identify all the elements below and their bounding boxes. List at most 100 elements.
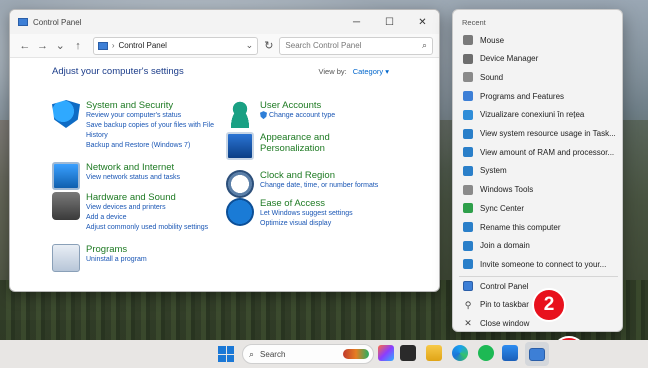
address-bar[interactable]: › Control Panel ⌄ (92, 36, 259, 55)
recent-locations-chevron-icon[interactable]: ⌄ (51, 37, 69, 55)
refresh-icon[interactable]: ↻ (264, 39, 273, 52)
jump-list-item[interactable]: Invite someone to connect to your... (457, 255, 620, 273)
category-user-accounts: User Accounts Change account type (226, 100, 335, 128)
jump-list-item[interactable]: View amount of RAM and processor... (457, 143, 620, 161)
maximize-button[interactable]: ☐ (373, 10, 406, 34)
category-title-hardware-sound[interactable]: Hardware and Sound (86, 192, 208, 203)
link-mobility-settings[interactable]: Adjust commonly used mobility settings (86, 223, 208, 233)
jump-list-item[interactable]: Programs and Features (457, 87, 620, 105)
user-icon[interactable] (226, 100, 254, 128)
jump-list-item[interactable]: Mouse (457, 31, 620, 49)
jump-list-item[interactable]: Device Manager (457, 50, 620, 68)
edge-icon[interactable] (452, 345, 468, 361)
network-icon[interactable] (52, 162, 80, 190)
task-manager-icon (463, 128, 473, 139)
category-hardware-sound: Hardware and Sound View devices and prin… (52, 192, 208, 233)
search-input[interactable]: Search Control Panel ⌕ (279, 36, 434, 55)
accessibility-icon[interactable] (226, 198, 254, 226)
category-title-ease-of-access[interactable]: Ease of Access (260, 198, 353, 209)
control-panel-window: Control Panel ─ ☐ ✕ ← → ⌄ ↑ › Control Pa… (9, 9, 440, 292)
category-title-personalization[interactable]: Personalization (260, 143, 330, 154)
forward-arrow-icon[interactable]: → (34, 37, 52, 55)
link-date-time-formats[interactable]: Change date, time, or number formats (260, 181, 378, 191)
jump-list-item[interactable]: System (457, 162, 620, 180)
link-review-status[interactable]: Review your computer's status (86, 111, 226, 121)
jump-list-item-label: Mouse (480, 35, 505, 45)
copilot-icon[interactable] (378, 345, 394, 361)
jump-list-item-label: Rename this computer (480, 222, 561, 232)
link-add-device[interactable]: Add a device (86, 213, 208, 223)
terminal-icon[interactable] (400, 345, 416, 361)
jump-list: Recent Mouse Device Manager Sound Programs … (452, 9, 623, 332)
link-backup-restore[interactable]: Backup and Restore (Windows 7) (86, 141, 226, 151)
jump-list-item[interactable]: Sound (457, 68, 620, 86)
windows-start-icon[interactable] (218, 346, 234, 362)
link-optimize-display[interactable]: Optimize visual display (260, 219, 353, 229)
shield-icon[interactable] (52, 100, 80, 128)
remote-icon (463, 259, 473, 270)
jump-list-header-recent: Recent (462, 18, 486, 27)
category-appearance: Appearance and Personalization (226, 132, 330, 160)
sync-icon (463, 203, 473, 214)
category-title-clock-region[interactable]: Clock and Region (260, 170, 378, 181)
photos-icon[interactable] (502, 345, 518, 361)
category-system-security: System and Security Review your computer… (52, 100, 226, 151)
jump-list-item[interactable]: View system resource usage in Task... (457, 125, 620, 143)
main-content: Adjust your computer's settings View by:… (10, 58, 439, 291)
jump-list-item-label: View amount of RAM and processor... (480, 147, 615, 157)
jump-list-item[interactable]: Sync Center (457, 199, 620, 217)
control-panel-icon[interactable] (529, 348, 545, 361)
category-title-appearance[interactable]: Appearance and (260, 132, 330, 143)
search-placeholder: Search Control Panel (285, 41, 362, 50)
link-devices-printers[interactable]: View devices and printers (86, 203, 208, 213)
programs-icon[interactable] (52, 244, 80, 272)
link-file-history[interactable]: Save backup copies of your files with Fi… (86, 121, 226, 141)
spotify-icon[interactable] (478, 345, 494, 361)
jump-list-item-label: Vizualizare conexiuni în rețea (480, 110, 585, 120)
breadcrumb-control-panel[interactable]: Control Panel (118, 41, 166, 50)
search-icon: ⌕ (249, 348, 255, 359)
category-title-user-accounts[interactable]: User Accounts (260, 100, 335, 111)
taskbar-search[interactable]: ⌕ Search (242, 344, 374, 364)
category-title-system-security[interactable]: System and Security (86, 100, 226, 111)
clock-icon[interactable] (226, 170, 254, 198)
chevron-down-icon[interactable]: ⌄ (246, 40, 254, 51)
pin-icon: ⚲ (464, 299, 472, 310)
jump-list-item-label: Device Manager (480, 54, 539, 64)
link-change-account-type[interactable]: Change account type (260, 111, 335, 121)
up-arrow-icon[interactable]: ↑ (69, 37, 87, 55)
file-explorer-icon[interactable] (426, 345, 442, 361)
window-controls: ─ ☐ ✕ (340, 10, 439, 34)
jump-list-task-label: Pin to taskbar (480, 300, 529, 309)
appearance-icon[interactable] (226, 132, 254, 160)
system-icon (463, 165, 473, 176)
jump-list-item[interactable]: Rename this computer (457, 218, 620, 236)
taskbar-search-label: Search (260, 349, 286, 359)
minimize-button[interactable]: ─ (340, 10, 373, 34)
jump-list-task-label: Control Panel (480, 281, 529, 291)
printer-icon[interactable] (52, 192, 80, 220)
jump-list-item-label: Sync Center (480, 203, 525, 213)
category-network-internet: Network and Internet View network status… (52, 162, 180, 190)
title-bar[interactable]: Control Panel ─ ☐ ✕ (10, 10, 439, 34)
page-title: Adjust your computer's settings (52, 66, 184, 77)
link-uninstall-program[interactable]: Uninstall a program (86, 255, 147, 265)
view-by: View by: Category ▾ (319, 67, 390, 76)
view-by-dropdown[interactable]: Category ▾ (353, 67, 389, 76)
system-icon (463, 222, 473, 232)
system-icon (463, 147, 473, 158)
category-programs: Programs Uninstall a program (52, 244, 147, 272)
link-network-status[interactable]: View network status and tasks (86, 173, 180, 183)
jump-list-item[interactable]: Windows Tools (457, 181, 620, 199)
mouse-icon (463, 35, 473, 45)
close-button[interactable]: ✕ (406, 10, 439, 34)
category-title-network-internet[interactable]: Network and Internet (86, 162, 180, 173)
back-arrow-icon[interactable]: ← (16, 37, 34, 55)
link-suggest-settings[interactable]: Let Windows suggest settings (260, 209, 353, 219)
taskbar: ⌕ Search (0, 340, 648, 368)
breadcrumb-separator: › (111, 41, 115, 50)
jump-list-item[interactable]: Join a domain (457, 237, 620, 255)
category-title-programs[interactable]: Programs (86, 244, 147, 255)
tools-icon (463, 184, 473, 195)
jump-list-item[interactable]: Vizualizare conexiuni în rețea (457, 106, 620, 124)
